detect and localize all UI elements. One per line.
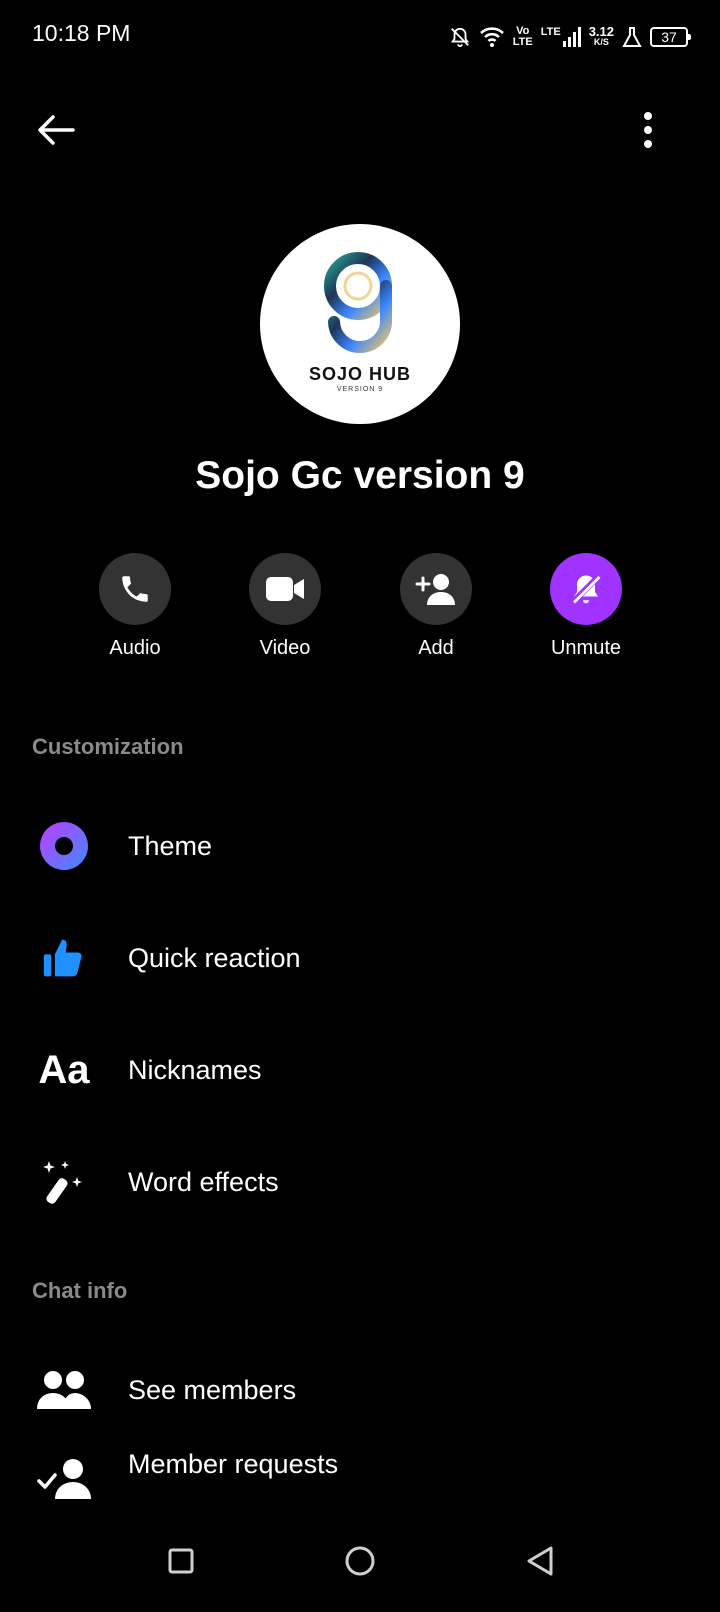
avatar-brand-text: SOJO HUB bbox=[308, 364, 412, 384]
triangle-back-icon bbox=[527, 1546, 553, 1576]
home-button[interactable] bbox=[334, 1535, 386, 1587]
people-icon bbox=[32, 1358, 96, 1422]
status-icons: Vo LTE LTE 3.12 K/S 37 bbox=[449, 22, 691, 52]
theme-label: Theme bbox=[128, 830, 213, 861]
recents-button[interactable] bbox=[155, 1535, 207, 1587]
unmute-label: Unmute bbox=[550, 637, 622, 659]
audio-circle[interactable] bbox=[99, 553, 171, 625]
sojo-hub-logo-icon bbox=[324, 252, 392, 353]
video-camera-icon bbox=[266, 577, 304, 601]
lte-signal: LTE bbox=[541, 27, 581, 47]
lte-label: LTE bbox=[540, 26, 561, 38]
phone-icon bbox=[122, 576, 148, 602]
system-back-button[interactable] bbox=[514, 1535, 566, 1587]
row-see-members[interactable]: See members bbox=[0, 1345, 720, 1435]
magic-wand-icon bbox=[32, 1150, 96, 1214]
text-aa-icon: Aa bbox=[32, 1038, 96, 1102]
row-member-requests[interactable]: Member requests bbox=[0, 1445, 720, 1515]
row-nicknames[interactable]: Aa Nicknames bbox=[0, 1025, 720, 1115]
bell-off-icon bbox=[570, 573, 602, 605]
audio-label: Audio bbox=[109, 637, 161, 659]
video-circle[interactable] bbox=[249, 553, 321, 625]
volte-bottom: LTE bbox=[512, 36, 533, 48]
circle-icon bbox=[345, 1546, 375, 1576]
signal-icon bbox=[562, 27, 581, 47]
wifi-icon bbox=[479, 27, 504, 47]
see-members-label: See members bbox=[128, 1374, 297, 1405]
add-circle[interactable] bbox=[400, 553, 472, 625]
section-customization: Customization bbox=[32, 734, 184, 759]
more-options-button[interactable] bbox=[622, 104, 674, 156]
row-word-effects[interactable]: Word effects bbox=[0, 1137, 720, 1227]
video-call-button[interactable]: Video bbox=[210, 553, 360, 660]
arrow-left-icon bbox=[38, 115, 75, 145]
flask-icon bbox=[622, 27, 642, 47]
more-vertical-icon bbox=[644, 112, 652, 148]
member-requests-label: Member requests bbox=[128, 1449, 339, 1479]
add-person-icon bbox=[415, 574, 455, 605]
word-effects-label: Word effects bbox=[128, 1166, 279, 1197]
member-requests-icon bbox=[32, 1445, 96, 1509]
square-icon bbox=[168, 1548, 194, 1574]
add-label: Add bbox=[418, 637, 454, 659]
back-button[interactable] bbox=[30, 104, 82, 156]
audio-call-button[interactable]: Audio bbox=[60, 553, 210, 660]
volte-indicator: Vo LTE bbox=[513, 26, 533, 48]
row-theme[interactable]: Theme bbox=[0, 801, 720, 891]
avatar-subtitle: VERSION 9 bbox=[336, 386, 384, 393]
status-time: 10:18 PM bbox=[32, 20, 131, 46]
video-label: Video bbox=[259, 637, 311, 659]
quick-reaction-label: Quick reaction bbox=[128, 942, 301, 973]
bell-off-icon bbox=[450, 27, 469, 48]
speed-value: 3.12 bbox=[588, 24, 614, 39]
theme-icon bbox=[32, 814, 96, 878]
battery-icon: 37 bbox=[650, 27, 691, 47]
system-nav-bar bbox=[0, 1510, 720, 1612]
section-chat-info: Chat info bbox=[32, 1278, 128, 1303]
group-name: Sojo Gc version 9 bbox=[195, 454, 525, 497]
network-speed: 3.12 K/S bbox=[588, 24, 614, 48]
add-member-button[interactable]: Add bbox=[361, 553, 511, 660]
unmute-button[interactable]: Unmute bbox=[511, 553, 661, 660]
row-quick-reaction[interactable]: Quick reaction bbox=[0, 913, 720, 1003]
aa-glyph: Aa bbox=[38, 1047, 90, 1092]
group-avatar[interactable]: SOJO HUB VERSION 9 bbox=[260, 224, 460, 424]
thumbs-up-icon bbox=[32, 926, 96, 990]
nicknames-label: Nicknames bbox=[128, 1054, 262, 1085]
unmute-circle[interactable] bbox=[550, 553, 622, 625]
